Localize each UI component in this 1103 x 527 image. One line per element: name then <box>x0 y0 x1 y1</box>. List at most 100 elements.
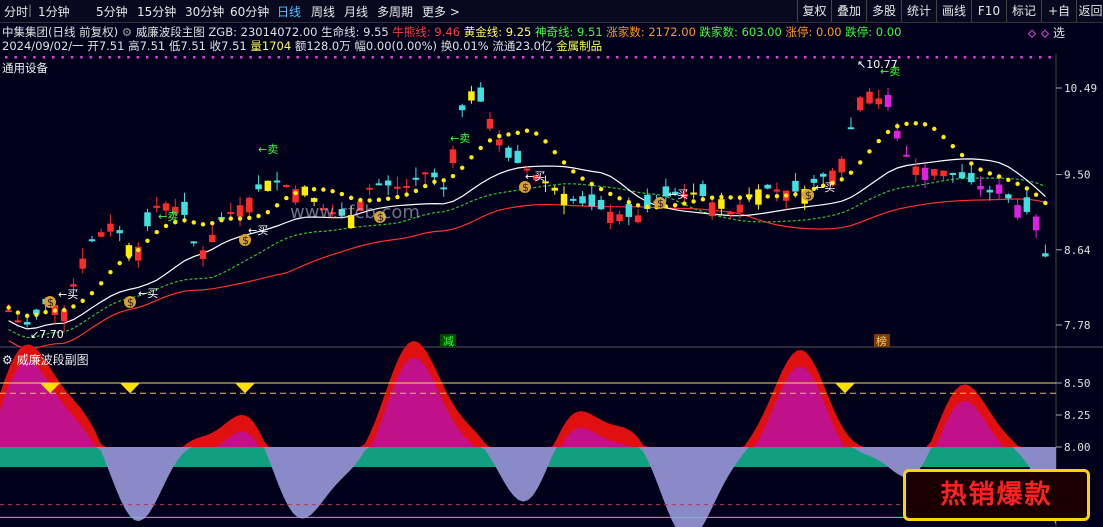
trend-dot <box>932 126 937 132</box>
signal-dot <box>390 56 393 59</box>
signal-dot <box>202 56 205 59</box>
candle-body <box>255 184 262 190</box>
candle-body <box>764 184 771 189</box>
signal-dot <box>531 56 534 59</box>
candle-body <box>5 310 12 313</box>
signal-dot <box>475 56 478 59</box>
candle-body <box>597 199 605 210</box>
trend-dot <box>858 160 863 165</box>
trend-dot <box>1024 186 1030 191</box>
trend-dot <box>700 197 706 202</box>
signal-dot <box>493 56 497 59</box>
signal-dot <box>766 56 769 59</box>
signal-dot <box>174 56 177 59</box>
trend-dot <box>848 170 854 175</box>
axis-label: 8.25 <box>1064 409 1091 422</box>
main-price-axis: 10.49 9.50 8.64 7.78 <box>1056 82 1097 332</box>
signal-dot <box>841 56 845 59</box>
signal-dot <box>334 56 337 59</box>
trend-dot <box>635 203 641 208</box>
trend-dot <box>793 192 798 197</box>
candle-body <box>736 204 744 213</box>
trend-dot <box>589 181 594 187</box>
trend-dot <box>98 281 104 286</box>
chart-canvas[interactable]: ↖10.77↙7.70←卖←卖←卖←卖←买 ←买←买←买←买←买$ $$$$$$减榜… <box>0 0 1103 527</box>
trend-dot <box>913 121 918 126</box>
trend-dot <box>89 290 95 296</box>
trend-dot <box>478 145 483 151</box>
signal-dot <box>832 56 835 59</box>
signal-dot <box>935 56 939 59</box>
trend-dot <box>330 188 335 194</box>
candle-body <box>792 180 799 192</box>
trend-dot <box>6 305 11 310</box>
trend-dot <box>580 176 585 181</box>
signal-dot <box>193 56 196 59</box>
money-bag-icon-glyph: $ <box>47 296 54 309</box>
signal-dot <box>343 56 346 59</box>
candle-body <box>246 197 253 213</box>
signal-dot <box>108 56 111 59</box>
candle-body <box>227 212 235 215</box>
trend-dot <box>404 192 409 197</box>
candle-body <box>79 258 86 269</box>
signal-dot <box>822 56 826 59</box>
trend-dot <box>228 216 233 221</box>
signal-dot <box>522 56 525 59</box>
candle-body <box>570 198 577 201</box>
signal-dot <box>747 56 751 59</box>
signal-dot <box>23 56 27 59</box>
signal-dot <box>719 56 722 59</box>
watermark: www.cfcb.com <box>290 202 420 223</box>
candle-body <box>144 212 151 227</box>
signal-dot <box>1010 56 1014 59</box>
settings-gear-icon[interactable]: ⚙ <box>2 353 13 367</box>
money-bag-icon-glyph: $ <box>242 234 249 247</box>
trend-dot <box>978 167 983 172</box>
trend-dot <box>43 309 48 315</box>
signal-dot <box>258 56 262 59</box>
trend-dot <box>117 260 122 266</box>
signal-dot <box>916 56 920 59</box>
trend-dot <box>450 173 456 179</box>
signal-dot <box>155 56 158 59</box>
trend-dot <box>561 160 567 165</box>
trend-dot <box>136 247 141 253</box>
trend-dot <box>432 179 437 185</box>
candle-body <box>394 186 401 189</box>
signal-dot <box>512 56 516 59</box>
candle-body <box>977 185 984 190</box>
trend-dot <box>543 139 548 144</box>
chart-annotations: ↖10.77↙7.70←卖←卖←卖←卖←买 ←买←买←买←买←买$ $$$$$$减榜 <box>30 58 900 348</box>
promo-banner[interactable]: 热销爆款 <box>903 469 1090 521</box>
signal-dot <box>710 56 713 59</box>
trend-dot <box>1043 200 1048 206</box>
trend-dot <box>617 196 622 201</box>
trend-dot <box>247 215 252 221</box>
signal-dot <box>446 56 450 59</box>
trend-dot <box>237 216 243 221</box>
candle-body <box>634 215 642 223</box>
trend-dot <box>256 213 261 219</box>
candle-body <box>97 232 105 237</box>
signal-dot <box>681 56 685 59</box>
signal-dot <box>794 56 798 59</box>
candle-body <box>912 166 920 175</box>
signal-dot <box>136 56 140 59</box>
trend-dot <box>321 187 326 192</box>
trend-dot <box>302 188 308 193</box>
trend-dot <box>497 133 502 139</box>
sub-indicator-title[interactable]: ⚙ 威廉波段副图 <box>2 351 89 368</box>
signal-dot <box>1048 56 1051 59</box>
trend-dot <box>1015 181 1020 187</box>
signal-dot <box>117 56 121 59</box>
candle-body <box>699 184 707 197</box>
candle-body <box>921 167 929 180</box>
trend-dot <box>672 203 678 208</box>
candle-body <box>903 154 910 157</box>
signal-dot <box>5 56 8 59</box>
trend-dot <box>200 222 206 227</box>
candle-body <box>412 177 420 180</box>
diamond-icon <box>1040 29 1050 38</box>
signal-dot <box>663 56 666 59</box>
